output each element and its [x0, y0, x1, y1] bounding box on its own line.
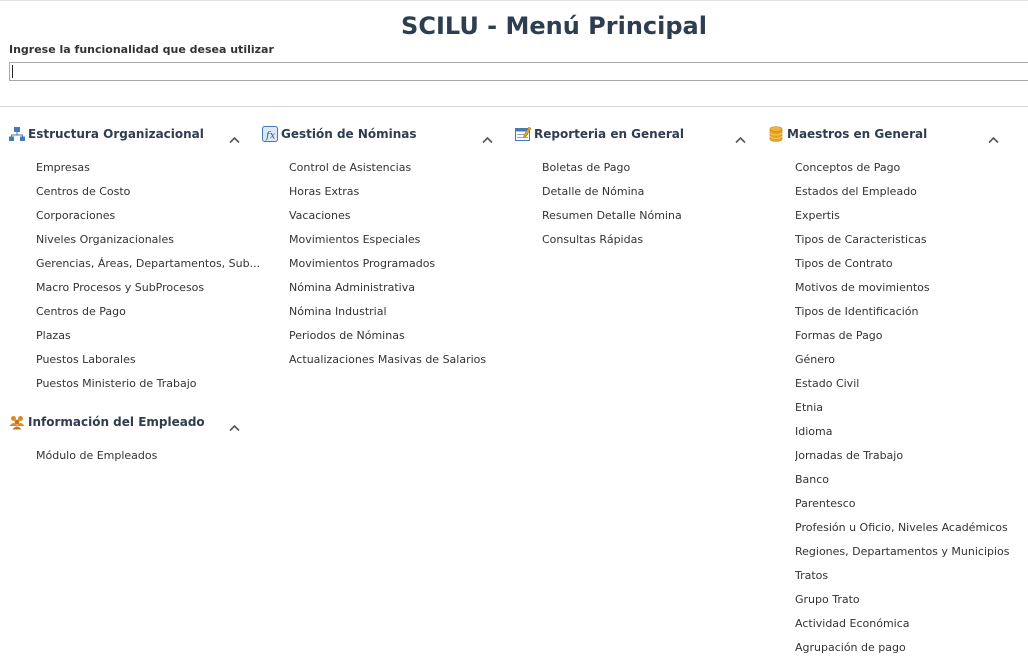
- group-title: Maestros en General: [787, 127, 928, 141]
- menu-item-vacaciones[interactable]: Vacaciones: [289, 209, 351, 222]
- menu-item-periodos-nominas[interactable]: Periodos de Nóminas: [289, 329, 405, 342]
- people-icon: [9, 414, 25, 430]
- database-icon: [768, 126, 784, 142]
- menu-item-horas-extras[interactable]: Horas Extras: [289, 185, 359, 198]
- menu-item-estados-empleado[interactable]: Estados del Empleado: [795, 185, 917, 198]
- group-maestros: Maestros en General Conceptos de Pago Es…: [768, 126, 1010, 663]
- group-header[interactable]: Información del Empleado: [9, 414, 244, 432]
- group-reporteria: Reporteria en General Boletas de Pago De…: [515, 126, 750, 256]
- group-gestion-nominas: fx Gestión de Nóminas Control de Asisten…: [262, 126, 497, 376]
- menu-item-actividad-economica[interactable]: Actividad Económica: [795, 617, 910, 630]
- menu-item-modulo-empleados[interactable]: Módulo de Empleados: [36, 449, 157, 462]
- group-title: Estructura Organizacional: [28, 127, 204, 141]
- menu-item-tipos-caracteristicas[interactable]: Tipos de Caracteristicas: [795, 233, 927, 246]
- menu-item-formas-pago[interactable]: Formas de Pago: [795, 329, 883, 342]
- group-estructura-organizacional: Estructura Organizacional Empresas Centr…: [9, 126, 260, 391]
- menu-item-nomina-industrial[interactable]: Nómina Industrial: [289, 305, 387, 318]
- search-label: Ingrese la funcionalidad que desea utili…: [9, 43, 274, 56]
- menu-item-detalle-nomina[interactable]: Detalle de Nómina: [542, 185, 644, 198]
- menu-item-tratos[interactable]: Tratos: [795, 569, 828, 582]
- menu-item-idioma[interactable]: Idioma: [795, 425, 832, 438]
- menu-item-grupo-trato[interactable]: Grupo Trato: [795, 593, 860, 606]
- group-header[interactable]: Reporteria en General: [515, 126, 750, 144]
- menu-item-actualizaciones-salarios[interactable]: Actualizaciones Masivas de Salarios: [289, 353, 486, 366]
- menu-item-corporaciones[interactable]: Corporaciones: [36, 209, 115, 222]
- text-caret: [12, 65, 13, 78]
- menu-item-agrupacion-pago[interactable]: Agrupación de pago: [795, 641, 906, 654]
- menu-item-etnia[interactable]: Etnia: [795, 401, 823, 414]
- menu-item-parentesco[interactable]: Parentesco: [795, 497, 856, 510]
- menu-item-tipos-contrato[interactable]: Tipos de Contrato: [795, 257, 893, 270]
- menu-item-nomina-administrativa[interactable]: Nómina Administrativa: [289, 281, 415, 294]
- group-header[interactable]: Estructura Organizacional: [9, 126, 244, 144]
- menu-item-profesion-oficio[interactable]: Profesión u Oficio, Niveles Académicos: [795, 521, 1008, 534]
- menu-item-control-asistencias[interactable]: Control de Asistencias: [289, 161, 411, 174]
- group-header[interactable]: fx Gestión de Nóminas: [262, 126, 497, 144]
- menu-item-puestos-ministerio[interactable]: Puestos Ministerio de Trabajo: [36, 377, 197, 390]
- menu-item-plazas[interactable]: Plazas: [36, 329, 71, 342]
- menu-item-boletas-pago[interactable]: Boletas de Pago: [542, 161, 630, 174]
- org-chart-icon: [9, 126, 25, 142]
- function-icon: fx: [262, 126, 278, 142]
- menu-item-movimientos-programados[interactable]: Movimientos Programados: [289, 257, 435, 270]
- chevron-up-icon[interactable]: [229, 129, 240, 144]
- menu-item-consultas-rapidas[interactable]: Consultas Rápidas: [542, 233, 643, 246]
- menu-item-niveles-organizacionales[interactable]: Niveles Organizacionales: [36, 233, 174, 246]
- group-header[interactable]: Maestros en General: [768, 126, 1008, 144]
- svg-text:fx: fx: [265, 131, 276, 142]
- chevron-up-icon[interactable]: [229, 417, 240, 432]
- menu-item-resumen-detalle-nomina[interactable]: Resumen Detalle Nómina: [542, 209, 682, 222]
- divider: [0, 106, 1028, 107]
- menu-item-movimientos-especiales[interactable]: Movimientos Especiales: [289, 233, 420, 246]
- top-border: [0, 0, 1028, 1]
- menu-item-empresas[interactable]: Empresas: [36, 161, 90, 174]
- menu-item-centros-de-costo[interactable]: Centros de Costo: [36, 185, 130, 198]
- menu-item-tipos-identificacion[interactable]: Tipos de Identificación: [795, 305, 918, 318]
- chevron-up-icon[interactable]: [988, 129, 999, 144]
- search-input[interactable]: [9, 62, 1028, 81]
- menu-item-estado-civil[interactable]: Estado Civil: [795, 377, 859, 390]
- menu-item-centros-de-pago[interactable]: Centros de Pago: [36, 305, 126, 318]
- menu-item-conceptos-pago[interactable]: Conceptos de Pago: [795, 161, 900, 174]
- chevron-up-icon[interactable]: [735, 129, 746, 144]
- menu-item-gerencias[interactable]: Gerencias, Áreas, Departamentos, Sub...: [36, 257, 260, 270]
- group-title: Información del Empleado: [28, 415, 205, 429]
- menu-item-motivos-movimientos[interactable]: Motivos de movimientos: [795, 281, 930, 294]
- menu-item-jornadas-trabajo[interactable]: Jornadas de Trabajo: [795, 449, 903, 462]
- group-title: Reporteria en General: [534, 127, 684, 141]
- report-icon: [515, 126, 532, 142]
- chevron-up-icon[interactable]: [482, 129, 493, 144]
- group-informacion-empleado: Información del Empleado Módulo de Emple…: [9, 414, 244, 474]
- page-title: SCILU - Menú Principal: [401, 12, 707, 40]
- group-title: Gestión de Nóminas: [281, 127, 417, 141]
- menu-item-regiones[interactable]: Regiones, Departamentos y Municipios: [795, 545, 1010, 558]
- menu-item-expertis[interactable]: Expertis: [795, 209, 840, 222]
- menu-item-banco[interactable]: Banco: [795, 473, 829, 486]
- menu-item-macro-procesos[interactable]: Macro Procesos y SubProcesos: [36, 281, 204, 294]
- menu-item-genero[interactable]: Género: [795, 353, 835, 366]
- menu-item-puestos-laborales[interactable]: Puestos Laborales: [36, 353, 136, 366]
